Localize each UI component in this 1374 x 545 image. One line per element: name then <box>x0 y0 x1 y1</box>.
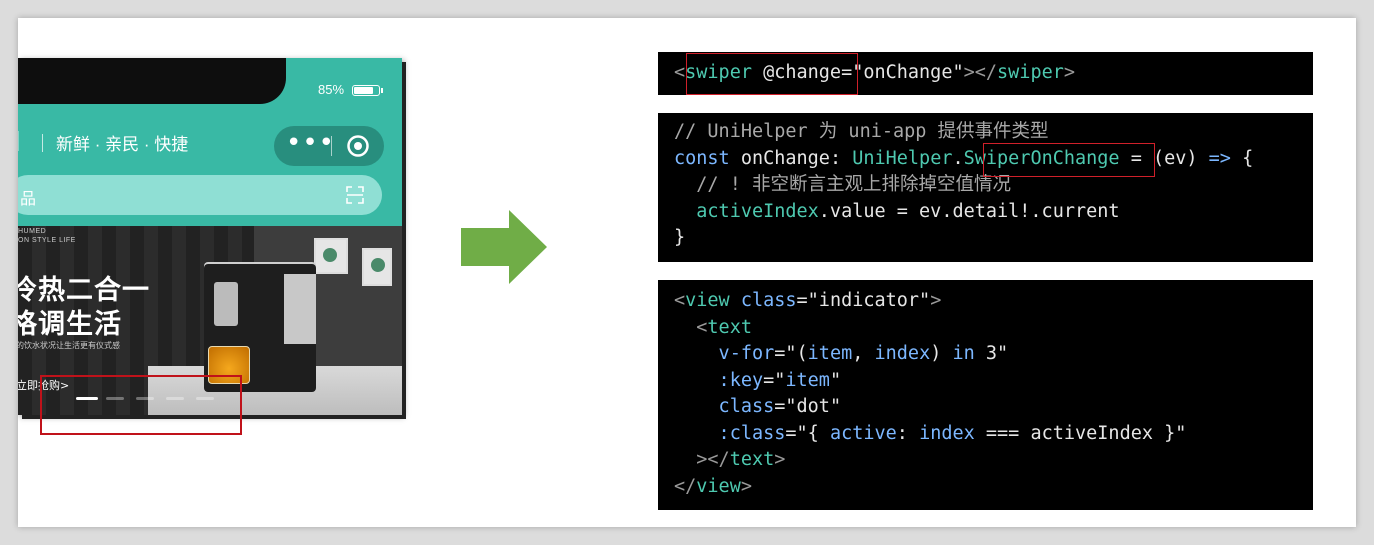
code-token: = <box>774 396 786 417</box>
code-token: view <box>685 290 730 311</box>
plant-picture <box>371 258 385 272</box>
code-token: "indicator" <box>807 290 931 311</box>
app-logo-fragment: l <box>18 126 20 158</box>
code-line: } <box>674 227 686 248</box>
app-tagline: 新鲜 · 亲民 · 快捷 <box>56 135 189 154</box>
code-token: class <box>729 290 797 311</box>
code-token: " <box>829 369 842 391</box>
code-token: text <box>729 449 775 470</box>
code-token: < <box>674 290 686 311</box>
search-bar[interactable]: 品 <box>18 175 382 215</box>
code-token: text <box>707 316 752 338</box>
code-token: in <box>952 343 975 364</box>
code-token: "onChange" <box>852 62 964 83</box>
code-line: ></text> <box>674 447 785 474</box>
code-token: .value = ev.detail!.current <box>818 200 1120 222</box>
wall-picture <box>314 238 348 274</box>
code-token: : <box>829 147 853 169</box>
code-comment: // ! 非空断言主观上排除掉空值情况 <box>674 174 1011 195</box>
code-token: ) <box>930 343 953 364</box>
slide: 85% l 新鲜 · 亲民 · 快捷 ••• 品 HUMED <box>18 18 1356 527</box>
code-token: item <box>785 369 830 391</box>
code-line: v-for="(item, index) in 3" <box>674 341 1009 368</box>
code-line: class="dot" <box>674 394 842 421</box>
header-divider <box>42 134 43 152</box>
code-line: </view> <box>674 474 752 501</box>
code-line: <view class="indicator"> <box>674 288 941 315</box>
code-token: ></ <box>674 449 730 470</box>
banner-brand-line: HUMED <box>18 228 47 235</box>
code-token: activeIndex <box>674 200 819 222</box>
code-line: const onChange: UniHelper.SwiperOnChange… <box>674 146 1253 173</box>
search-placeholder: 品 <box>20 191 37 208</box>
code-token: view <box>696 475 741 497</box>
code-token: < <box>674 62 686 83</box>
code-token: UniHelper <box>852 147 953 169</box>
code-block-onchange: // UniHelper 为 uni-app 提供事件类型 const onCh… <box>658 113 1313 262</box>
code-token: = <box>796 290 808 311</box>
more-menu-button[interactable]: ••• <box>286 130 334 156</box>
code-token: v-for <box>674 343 775 364</box>
code-token: "dot" <box>785 396 842 417</box>
code-token: === <box>974 422 1031 444</box>
banner-brand-line: ON STYLE LIFE <box>18 237 76 244</box>
code-token: => <box>1208 147 1231 169</box>
code-token: :class <box>674 422 786 444</box>
code-token: index <box>874 343 931 364</box>
code-token: > <box>740 475 752 497</box>
code-token: . <box>952 147 964 169</box>
code-token: =" <box>763 369 786 391</box>
code-comment: // UniHelper 为 uni-app 提供事件类型 <box>674 121 1049 142</box>
indicator-highlight-box <box>40 375 242 435</box>
dispenser-tank <box>284 274 316 344</box>
banner-subline: 的饮水状况让生活更有仪式感 <box>18 341 120 350</box>
code-token: onChange <box>729 147 830 169</box>
code-token: ="{ <box>785 422 830 444</box>
code-token: { <box>1230 147 1254 169</box>
code-line: activeIndex.value = ev.detail!.current <box>674 199 1120 226</box>
code-token: const <box>674 147 730 169</box>
plant-picture <box>323 248 337 262</box>
code-token: 3" <box>974 343 1009 364</box>
code-token: ></ <box>963 62 998 83</box>
right-arrow-icon <box>461 210 547 284</box>
code-token: > <box>930 290 942 311</box>
battery-icon <box>352 85 380 96</box>
phone-screenshot: 85% l 新鲜 · 亲民 · 快捷 ••• 品 HUMED <box>18 58 402 415</box>
code-token: item <box>807 343 853 364</box>
capsule-divider <box>331 136 332 156</box>
code-token: activeIndex <box>1030 422 1153 444</box>
code-token: }" <box>1153 422 1187 444</box>
code-token: class <box>674 396 775 417</box>
miniprogram-capsule: ••• <box>274 126 384 166</box>
battery-percent: 85% <box>318 82 345 97</box>
code-token: , <box>852 343 875 364</box>
battery-fill <box>354 87 373 94</box>
dispenser-panel <box>214 282 238 326</box>
code-token: swiper <box>997 62 1064 83</box>
code-highlight-box <box>983 143 1155 177</box>
code-highlight-box <box>686 53 858 95</box>
battery-tip <box>381 88 383 93</box>
code-token: :key <box>674 369 764 391</box>
wall-picture <box>362 248 392 286</box>
code-token: ="( <box>774 343 808 364</box>
code-block-swiper: <swiper @change="onChange"></swiper> <box>658 52 1313 95</box>
code-line: :class="{ active: index === activeIndex … <box>674 421 1187 448</box>
phone-notch <box>18 58 286 104</box>
code-line: <text <box>674 315 752 342</box>
code-block-indicator: <view class="indicator"> <text v-for="(i… <box>658 280 1313 510</box>
code-token: index <box>919 422 975 444</box>
close-miniprogram-icon[interactable] <box>346 134 370 158</box>
code-token: active <box>829 422 897 444</box>
code-token: > <box>774 449 786 470</box>
code-token: < <box>674 316 708 338</box>
banner-headline: 格调生活 <box>18 309 122 340</box>
code-token: : <box>896 422 920 444</box>
code-token: </ <box>674 475 697 497</box>
code-token: > <box>1063 62 1075 83</box>
scan-icon[interactable] <box>346 186 364 204</box>
code-line: :key="item" <box>674 368 842 395</box>
